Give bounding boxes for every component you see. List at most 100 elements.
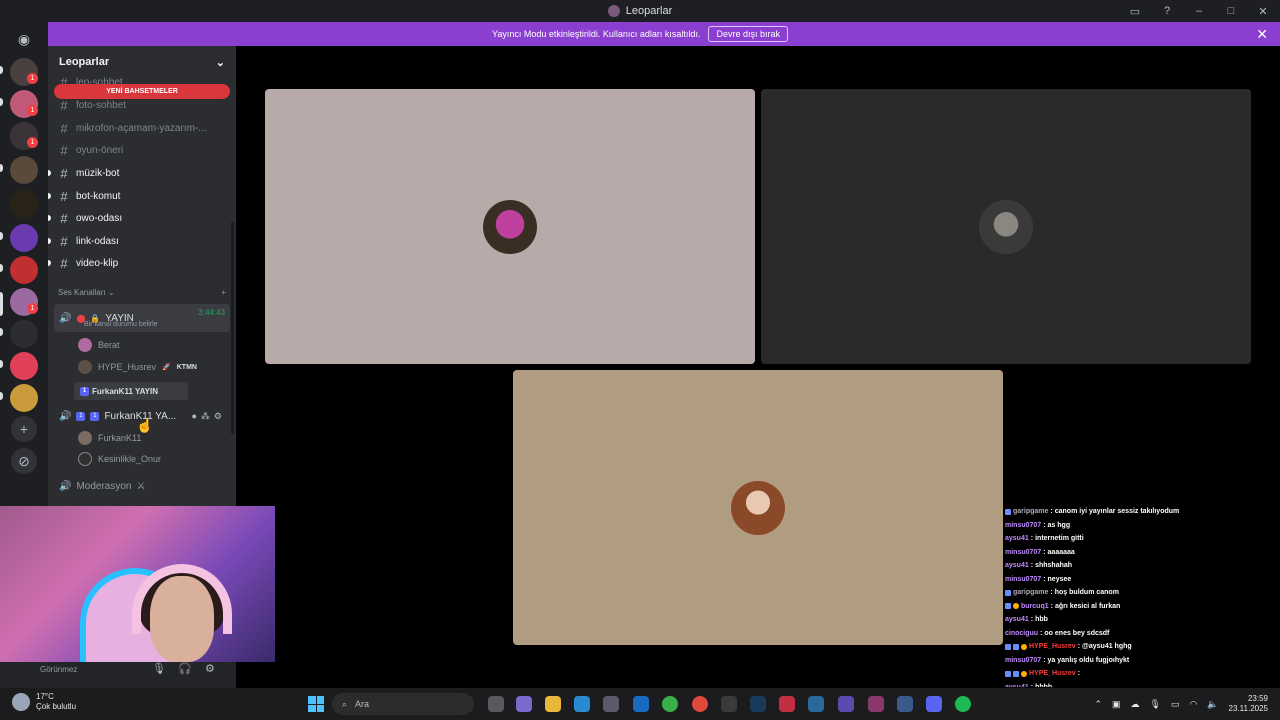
close-window-button[interactable]: ✕ bbox=[1254, 2, 1272, 20]
tray-app-icon[interactable]: ▣ bbox=[1112, 699, 1121, 710]
steam-icon[interactable] bbox=[750, 696, 766, 712]
app-icon[interactable] bbox=[868, 696, 884, 712]
clock-date: 23.11.2025 bbox=[1228, 704, 1268, 713]
app-icon[interactable] bbox=[779, 696, 795, 712]
avatar bbox=[78, 452, 92, 466]
server-icon-meydan[interactable] bbox=[10, 190, 38, 218]
outlook-icon[interactable] bbox=[633, 696, 649, 712]
live-stream-label[interactable]: 1 FurkanK11 YAYIN bbox=[74, 382, 188, 400]
video-tile-2[interactable] bbox=[761, 89, 1251, 364]
explore-icon[interactable]: ⊘ bbox=[11, 448, 37, 474]
system-tray: ⌃ ▣ ☁ 🎙 ▭ ◠ 🔈 23:59 23.11.2025 bbox=[1094, 694, 1268, 714]
channel-item[interactable]: # mikrofon-açamam-yazarım-... bbox=[58, 118, 228, 138]
app-icon[interactable] bbox=[838, 696, 854, 712]
maximize-button[interactable]: □ bbox=[1222, 2, 1240, 20]
copilot-icon[interactable] bbox=[516, 696, 532, 712]
channel-item[interactable]: # video-klip bbox=[58, 253, 228, 273]
spotify-icon[interactable] bbox=[955, 696, 971, 712]
app-icon[interactable] bbox=[897, 696, 913, 712]
chat-message: minsu0707: ya yanlış oldu fugjoıhykt bbox=[1005, 654, 1205, 668]
help-icon[interactable]: ? bbox=[1158, 2, 1176, 20]
add-channel-icon[interactable]: + bbox=[221, 288, 226, 297]
guild-name: Leoparlar bbox=[59, 56, 110, 68]
chat-badge-icon bbox=[1021, 670, 1027, 677]
hash-icon: # bbox=[60, 210, 68, 226]
search-placeholder: Ara bbox=[355, 699, 370, 709]
edge-icon[interactable] bbox=[574, 696, 590, 712]
voice-channel-yayin[interactable]: 🔊 ⬤ 🔒 YAYIN 3:44:43 Bir kanal durumu bel… bbox=[54, 304, 230, 332]
video-tile-1[interactable] bbox=[265, 89, 755, 364]
search-icon: ⌕ bbox=[342, 698, 348, 709]
task-view-icon[interactable] bbox=[488, 696, 504, 712]
channel-status[interactable]: Bir kanal durumu belirle bbox=[84, 321, 158, 328]
voice-member[interactable]: Kesinlikle_Onur bbox=[78, 450, 161, 468]
minimize-button[interactable]: – bbox=[1190, 2, 1208, 20]
chat-message: cinociguu: oo enes bey sdcsdf bbox=[1005, 627, 1205, 641]
chevron-down-icon: ⌄ bbox=[107, 288, 115, 297]
weather-desc: Çok bulutlu bbox=[36, 702, 77, 711]
voice-channel-moderasyon[interactable]: 🔊 Moderasyon ⚔ bbox=[54, 476, 230, 496]
channel-item[interactable]: # link-odası bbox=[58, 231, 228, 251]
server-icon-11[interactable] bbox=[10, 384, 38, 412]
invite-icon[interactable]: ⁂ bbox=[201, 411, 210, 422]
spotify-icon[interactable] bbox=[662, 696, 678, 712]
wifi-icon[interactable]: ◠ bbox=[1189, 699, 1197, 710]
server-icon-10[interactable] bbox=[10, 352, 38, 380]
voice-member[interactable]: HYPE_Husrev 🚀 KTMN bbox=[78, 358, 197, 376]
server-icon-7[interactable] bbox=[10, 256, 38, 284]
gear-icon[interactable]: ⚙ bbox=[205, 662, 215, 675]
voice-member[interactable]: Berat bbox=[78, 336, 120, 354]
cloud-icon bbox=[12, 693, 30, 711]
sidebar-scrollbar[interactable] bbox=[231, 222, 234, 434]
headphones-icon[interactable]: 🎧 bbox=[178, 662, 192, 675]
add-server-icon[interactable]: + bbox=[11, 416, 37, 442]
chat-icon[interactable]: ● bbox=[191, 411, 196, 422]
inbox-icon[interactable]: ▭ bbox=[1126, 2, 1144, 20]
store-icon[interactable] bbox=[603, 696, 619, 712]
chat-username: garipgame bbox=[1013, 589, 1049, 597]
gear-icon[interactable]: ⚙ bbox=[214, 411, 222, 422]
server-icon-6[interactable] bbox=[10, 224, 38, 252]
channel-item[interactable]: # owo-odası bbox=[58, 208, 228, 228]
mic-icon[interactable]: 🎙 bbox=[152, 662, 166, 675]
chevron-up-icon[interactable]: ⌃ bbox=[1094, 699, 1102, 710]
taskbar-search[interactable]: ⌕ Ara bbox=[332, 693, 474, 715]
hash-icon: # bbox=[60, 188, 68, 204]
chat-message: burcuq1: ağrı kesici al furkan bbox=[1005, 600, 1205, 614]
voice-channel-name: Moderasyon bbox=[76, 480, 132, 492]
unread-indicator bbox=[0, 328, 3, 336]
mic-icon[interactable]: 🎙 bbox=[1150, 699, 1161, 710]
server-icon-9[interactable] bbox=[10, 320, 38, 348]
chat-message: minsu0707: as hgg bbox=[1005, 519, 1205, 533]
close-notice-icon[interactable]: ✕ bbox=[1256, 26, 1268, 43]
chat-message: aysu41:hbbb bbox=[1005, 681, 1205, 687]
speaker-icon: 🔊 bbox=[59, 480, 72, 492]
channel-name: bot-komut bbox=[76, 190, 121, 202]
weather-widget[interactable]: 17°C Çok bulutlu bbox=[12, 692, 76, 712]
chat-message: HYPE_Husrev: bbox=[1005, 667, 1205, 681]
display-icon[interactable]: ▭ bbox=[1171, 699, 1180, 710]
channel-item[interactable]: # bot-komut bbox=[58, 186, 228, 206]
server-icon-4[interactable] bbox=[10, 156, 38, 184]
epic-games-icon[interactable] bbox=[721, 696, 737, 712]
start-button[interactable] bbox=[308, 696, 324, 712]
chat-username: aysu41 bbox=[1005, 616, 1029, 624]
file-explorer-icon[interactable] bbox=[545, 696, 561, 712]
chat-badge-icon bbox=[1005, 603, 1011, 610]
voice-member[interactable]: FurkanK11 bbox=[78, 429, 141, 447]
disable-streamer-mode-button[interactable]: Devre dışı bırak bbox=[708, 26, 788, 42]
discord-home-icon[interactable]: ◉ bbox=[11, 26, 37, 52]
volume-icon[interactable]: 🔈 bbox=[1207, 699, 1218, 710]
clock[interactable]: 23:59 23.11.2025 bbox=[1229, 694, 1268, 714]
discord-taskbar-icon[interactable] bbox=[926, 696, 942, 712]
chat-text: ya yanlış oldu fugjoıhykt bbox=[1047, 656, 1130, 664]
chrome-icon[interactable] bbox=[692, 696, 708, 712]
channel-item[interactable]: # oyun-öneri bbox=[58, 140, 228, 160]
cloud-icon[interactable]: ☁ bbox=[1131, 699, 1140, 710]
channel-item[interactable]: # müzik-bot bbox=[58, 163, 228, 183]
chat-separator: : bbox=[1040, 629, 1043, 637]
new-mentions-pill[interactable]: YENİ BAHSETMELER bbox=[54, 84, 230, 99]
video-tile-3[interactable] bbox=[513, 370, 1003, 645]
voice-category-header[interactable]: Ses Kanalları ⌄ + bbox=[58, 288, 226, 297]
app-icon[interactable] bbox=[808, 696, 824, 712]
